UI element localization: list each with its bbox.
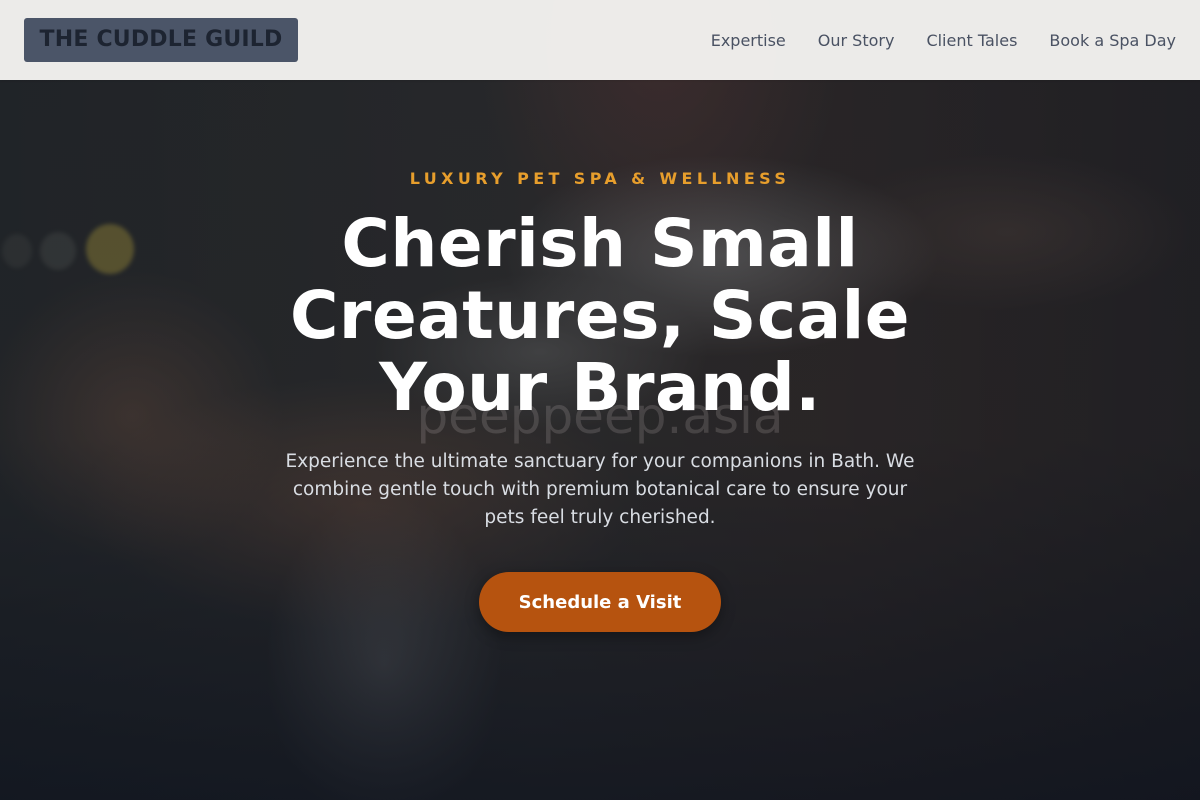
hero-eyebrow: LUXURY PET SPA & WELLNESS <box>409 169 791 188</box>
nav-link-expertise[interactable]: Expertise <box>711 31 786 50</box>
hero-section: LUXURY PET SPA & WELLNESS peeppeep.asia … <box>0 0 1200 800</box>
hero-description: Experience the ultimate sanctuary for yo… <box>285 451 915 528</box>
nav-link-book-spa-day[interactable]: Book a Spa Day <box>1049 31 1176 50</box>
site-header: THE CUDDLE GUILD Expertise Our Story Cli… <box>0 0 1200 80</box>
schedule-visit-button[interactable]: Schedule a Visit <box>479 572 721 632</box>
hero-headline: Cherish Small Creatures, Scale Your Bran… <box>289 205 911 426</box>
brand-logo[interactable]: THE CUDDLE GUILD <box>24 18 298 62</box>
landing-page: THE CUDDLE GUILD Expertise Our Story Cli… <box>0 0 1200 800</box>
nav-link-client-tales[interactable]: Client Tales <box>926 31 1017 50</box>
main-nav: Expertise Our Story Client Tales Book a … <box>711 0 1176 80</box>
nav-link-our-story[interactable]: Our Story <box>818 31 895 50</box>
